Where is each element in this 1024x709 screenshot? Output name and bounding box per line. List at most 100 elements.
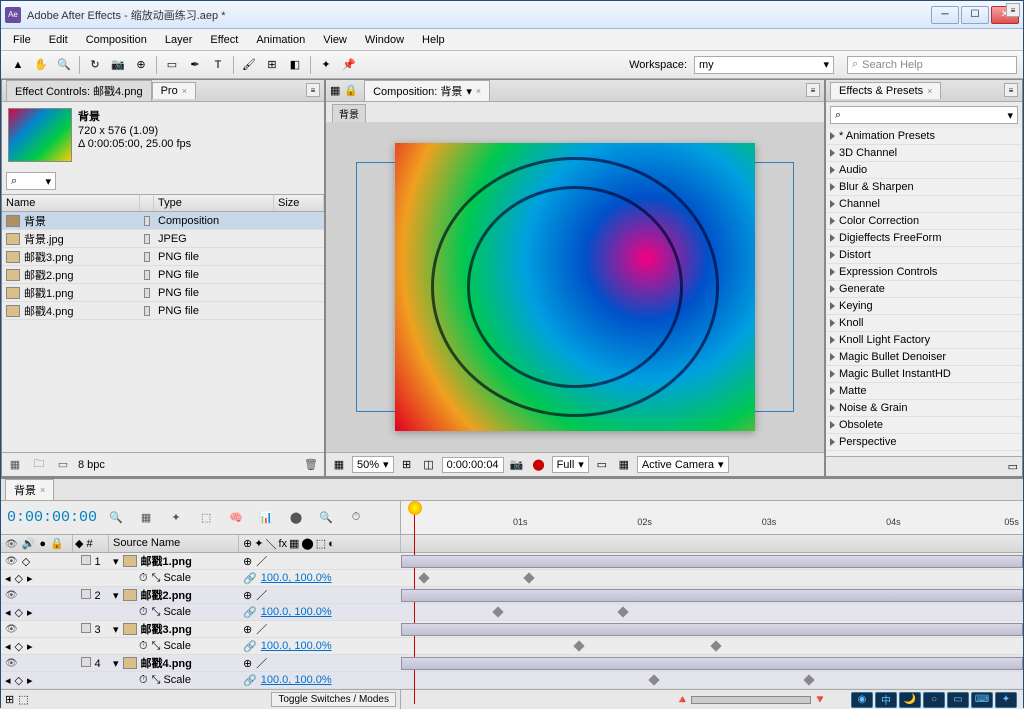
hw-btn-5[interactable]: ▭	[947, 692, 969, 708]
menu-layer[interactable]: Layer	[157, 32, 201, 48]
layer-bar[interactable]	[401, 623, 1023, 636]
timeline-property[interactable]: ◂◇▸⏱⤡ Scale🔗100.0, 100.0%	[1, 672, 1023, 689]
kf-next-icon[interactable]: ▸	[27, 572, 33, 585]
layer-bar[interactable]	[401, 555, 1023, 568]
effect-category[interactable]: Knoll	[826, 315, 1022, 332]
link-icon[interactable]: 🔗	[243, 640, 257, 653]
panel-menu-icon[interactable]: ≡	[806, 83, 820, 97]
disclosure-icon[interactable]: ▾	[113, 623, 119, 636]
effect-category[interactable]: Noise & Grain	[826, 400, 1022, 417]
kf-prev-icon[interactable]: ◂	[5, 572, 11, 585]
frame-blend-icon[interactable]: ✦	[165, 507, 187, 529]
timeline-property[interactable]: ◂◇▸⏱⤡ Scale🔗100.0, 100.0%	[1, 604, 1023, 621]
timeline-layer[interactable]: 4▾邮戳4.png⊕／	[1, 655, 1023, 672]
selection-tool-icon[interactable]: ▲	[7, 54, 29, 76]
hw-btn-6[interactable]: ⌨	[971, 692, 993, 708]
keyframe-icon[interactable]	[804, 674, 815, 685]
eye-icon[interactable]	[5, 589, 18, 601]
keyframe-icon[interactable]	[524, 572, 535, 583]
effect-category[interactable]: Keying	[826, 298, 1022, 315]
timeline-layer[interactable]: 2▾邮戳2.png⊕／	[1, 587, 1023, 604]
eye-icon[interactable]	[5, 657, 18, 669]
stopwatch-icon[interactable]: ⏱	[345, 507, 367, 529]
kf-toggle-icon[interactable]: ◇	[15, 640, 23, 653]
menu-file[interactable]: File	[5, 32, 39, 48]
effect-category[interactable]: 3D Channel	[826, 145, 1022, 162]
kf-next-icon[interactable]: ▸	[27, 674, 33, 687]
mag-icon[interactable]: ▦	[330, 457, 348, 473]
comp-mini-icon[interactable]: 🔍	[105, 507, 127, 529]
keyframe-icon[interactable]	[710, 640, 721, 651]
panel-menu-icon[interactable]: ≡	[1006, 3, 1020, 17]
hw-btn-7[interactable]: ✦	[995, 692, 1017, 708]
project-item[interactable]: 邮戳2.pngPNG file	[2, 266, 324, 284]
view3d-select[interactable]: Active Camera▾	[637, 456, 729, 473]
project-item[interactable]: 邮戳4.pngPNG file	[2, 302, 324, 320]
project-item[interactable]: 邮戳3.pngPNG file	[2, 248, 324, 266]
disclosure-icon[interactable]: ▾	[113, 589, 119, 602]
menu-effect[interactable]: Effect	[202, 32, 246, 48]
keyframe-icon[interactable]	[418, 572, 429, 583]
effect-category[interactable]: Digieffects FreeForm	[826, 230, 1022, 247]
time-ruler[interactable]: 01s 02s 03s 04s 05s	[401, 501, 1023, 534]
effect-category[interactable]: Color Correction	[826, 213, 1022, 230]
effect-category[interactable]: Magic Bullet Denoiser	[826, 349, 1022, 366]
label-icon[interactable]	[144, 306, 150, 316]
tab-project[interactable]: Pro×	[152, 82, 196, 99]
project-search[interactable]: ⌕▾	[6, 172, 56, 190]
snapshot-icon[interactable]: 📷	[508, 457, 526, 473]
motion-blur-icon[interactable]: ⬚	[195, 507, 217, 529]
keyframe-icon[interactable]	[617, 606, 628, 617]
effect-category[interactable]: Channel	[826, 196, 1022, 213]
menu-window[interactable]: Window	[357, 32, 412, 48]
zoom-out-icon[interactable]: 🔺	[676, 693, 690, 706]
playhead-icon[interactable]	[408, 501, 422, 515]
camera-tool-icon[interactable]: 📷	[107, 54, 129, 76]
project-item[interactable]: 邮戳1.pngPNG file	[2, 284, 324, 302]
new-comp-icon[interactable]: ▭	[1008, 460, 1018, 473]
zoom-tool-icon[interactable]: 🔍	[53, 54, 75, 76]
breadcrumb-item[interactable]: 背景	[332, 104, 366, 123]
stopwatch-icon[interactable]: ⏱	[139, 606, 148, 619]
lock-icon[interactable]: 🔒	[50, 537, 64, 550]
eye-icon[interactable]	[5, 555, 18, 567]
link-icon[interactable]: 🔗	[243, 572, 257, 585]
clone-tool-icon[interactable]: ⊞	[261, 54, 283, 76]
hw-btn-3[interactable]: 🌙	[899, 692, 921, 708]
kf-nav-icon[interactable]: ◇	[22, 555, 30, 568]
timecode-display[interactable]: 0:00:00:04	[442, 457, 504, 473]
pen-tool-icon[interactable]: ✒	[184, 54, 206, 76]
interpret-icon[interactable]: ▦	[6, 457, 24, 473]
disclosure-icon[interactable]: ▾	[113, 657, 119, 670]
eye-icon[interactable]	[5, 538, 18, 550]
lock-icon[interactable]: 🔒	[344, 84, 358, 97]
effect-category[interactable]: Knoll Light Factory	[826, 332, 1022, 349]
toggle-switches-button[interactable]: Toggle Switches / Modes	[271, 692, 396, 707]
effect-category[interactable]: Distort	[826, 247, 1022, 264]
hw-btn-1[interactable]: ◉	[851, 692, 873, 708]
timeline-property[interactable]: ◂◇▸⏱⤡ Scale🔗100.0, 100.0%	[1, 570, 1023, 587]
transparency-icon[interactable]: ▦	[615, 457, 633, 473]
timeline-layer[interactable]: ◇ 1▾邮戳1.png⊕／	[1, 553, 1023, 570]
layer-bar[interactable]	[401, 589, 1023, 602]
panel-menu-icon[interactable]: ≡	[1004, 83, 1018, 97]
rectangle-tool-icon[interactable]: ▭	[161, 54, 183, 76]
label-icon[interactable]	[144, 288, 150, 298]
channel-icon[interactable]: ⬤	[530, 457, 548, 473]
modes-icon[interactable]: ⬚	[18, 693, 28, 706]
mask-icon[interactable]: ◫	[420, 457, 438, 473]
kf-prev-icon[interactable]: ◂	[5, 674, 11, 687]
menu-view[interactable]: View	[315, 32, 355, 48]
pan-behind-tool-icon[interactable]: ⊕	[130, 54, 152, 76]
link-icon[interactable]: 🔗	[243, 674, 257, 687]
grid-icon[interactable]: ▦	[330, 84, 340, 97]
close-icon[interactable]: ×	[182, 86, 187, 96]
stopwatch-icon[interactable]: ⏱	[139, 572, 148, 585]
layer-bar[interactable]	[401, 657, 1023, 670]
tab-composition[interactable]: Composition: 背景▾×	[364, 80, 490, 101]
hw-btn-4[interactable]: ○	[923, 692, 945, 708]
kf-toggle-icon[interactable]: ◇	[15, 674, 23, 687]
kf-prev-icon[interactable]: ◂	[5, 606, 11, 619]
solo-icon[interactable]: ●	[39, 538, 46, 550]
label-icon[interactable]	[144, 234, 150, 244]
